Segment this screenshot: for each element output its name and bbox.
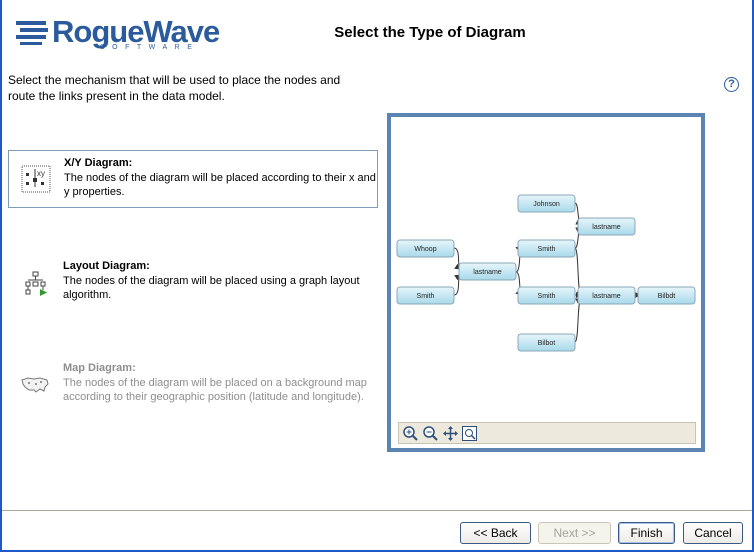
finish-button[interactable]: Finish [618,522,675,544]
option-description: The nodes of the diagram will be placed … [63,377,367,403]
diagram-preview[interactable]: Whoop Smith lastname Johnson Smith lastn… [387,113,705,452]
cancel-button[interactable]: Cancel [683,522,743,544]
preview-node: lastname [577,286,636,305]
layout-diagram-icon [20,270,50,298]
preview-node: Smith [517,239,576,258]
intro-text: Select the mechanism that will be used t… [8,73,341,103]
brand-sub: SOFTWARE [100,44,200,51]
next-button[interactable]: Next >> [538,522,611,544]
footer-separator-highlight [2,511,752,512]
preview-node: lastname [577,217,636,236]
option-xy-diagram[interactable]: xy X/Y Diagram: The nodes of the diagram… [8,150,378,208]
node-label: lastname [592,293,621,300]
zoom-in-icon[interactable] [402,425,419,442]
preview-node: Smith [517,286,576,305]
option-title: Map Diagram: [63,362,136,374]
node-label: Bilbot [538,340,556,347]
node-label: Smith [417,293,435,300]
node-label: lastname [473,269,502,276]
page-title: Select the Type of Diagram [334,24,526,41]
zoom-out-icon[interactable] [422,425,439,442]
node-label: Bilbdt [658,293,676,300]
node-label: Johnson [533,201,560,208]
option-description: The nodes of the diagram will be placed … [63,275,360,301]
preview-node: Smith [396,286,455,305]
option-title: X/Y Diagram: [64,157,133,169]
preview-node: Bilbdt [637,286,696,305]
xy-diagram-icon: xy [21,165,51,193]
node-label: Smith [538,246,556,253]
preview-node: lastname [458,262,517,281]
preview-node: Bilbot [517,333,576,352]
map-diagram-icon [20,372,50,400]
pan-icon[interactable] [442,425,459,442]
option-map-diagram[interactable]: Map Diagram: The nodes of the diagram wi… [8,356,378,414]
fit-view-icon[interactable] [461,425,478,442]
header: RogueWave SOFTWARE Select the Type of Di… [2,0,752,62]
svg-text:xy: xy [37,169,45,178]
node-label: Whoop [414,246,436,253]
help-icon[interactable]: ? [724,77,739,92]
node-label: Smith [538,293,556,300]
preview-node: Whoop [396,239,455,258]
preview-nodes-layer: Whoop Smith lastname Johnson Smith lastn… [396,194,696,352]
back-button[interactable]: << Back [460,522,531,544]
option-layout-diagram[interactable]: Layout Diagram: The nodes of the diagram… [8,254,378,312]
preview-toolbar [398,422,696,444]
preview-node: Johnson [517,194,576,213]
option-title: Layout Diagram: [63,260,150,272]
option-description: The nodes of the diagram will be placed … [64,172,376,198]
node-label: lastname [592,224,621,231]
